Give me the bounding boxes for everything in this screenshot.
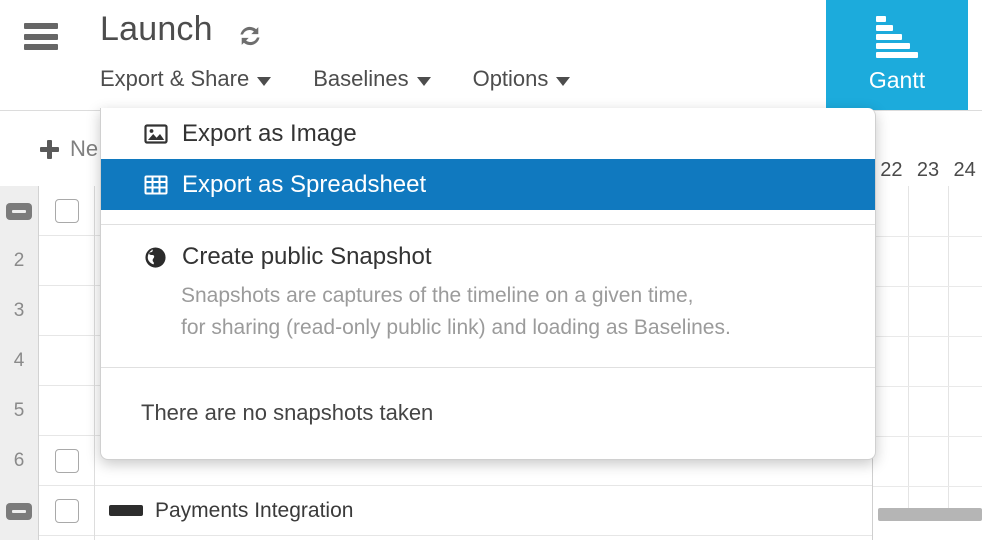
horizontal-scrollbar[interactable] <box>878 508 982 521</box>
gantt-app-window: Ne 2 3 4 5 6 Payments Integration 22 23 … <box>0 0 982 540</box>
new-task-label: Ne <box>70 136 99 161</box>
row-number-cell[interactable]: 2 <box>0 236 38 286</box>
menu-label: Baselines <box>313 66 409 91</box>
snapshot-empty-state: There are no snapshots taken <box>101 366 875 459</box>
timeline-rowline <box>873 336 982 337</box>
menu-item-export-as-spreadsheet[interactable]: Export as Spreadsheet <box>101 159 875 210</box>
app-header: Launch Export & Share Baselines Options <box>0 0 982 111</box>
timeline-day-label: 23 <box>916 159 940 181</box>
page-title: Launch <box>100 10 213 48</box>
row-checkbox[interactable] <box>54 198 79 223</box>
timeline-day-label: 24 <box>953 159 976 181</box>
timeline-rowline <box>873 486 982 487</box>
row-number-cell[interactable]: 4 <box>0 336 38 386</box>
image-icon <box>143 121 168 146</box>
row-checkbox-cell[interactable] <box>39 486 94 536</box>
create-public-snapshot-button[interactable]: Create public Snapshot <box>143 243 875 271</box>
chevron-down-icon <box>416 76 431 86</box>
row-checkbox-cell[interactable] <box>39 386 94 436</box>
export-and-share-dropdown: Export as Image Export as Spreadsheet Cr… <box>100 108 876 460</box>
hamburger-menu-icon[interactable] <box>24 23 58 50</box>
chevron-down-icon <box>556 76 571 86</box>
main-menu-bar: Export & Share Baselines Options <box>100 66 571 92</box>
row-checkbox-cell[interactable] <box>39 186 94 236</box>
menu-label: Options <box>472 66 549 91</box>
menu-item-label: Export as Image <box>182 119 357 147</box>
menu-label: Export & Share <box>100 66 250 91</box>
tab-gantt-label: Gantt <box>868 67 926 93</box>
row-number-cell[interactable]: 6 <box>0 436 38 486</box>
timeline-rowline <box>873 436 982 437</box>
snapshot-empty-label: There are no snapshots taken <box>141 400 434 426</box>
row-checkbox[interactable] <box>54 448 79 473</box>
row-checkbox-cell[interactable] <box>39 336 94 386</box>
snapshot-title: Create public Snapshot <box>182 243 432 270</box>
row-checkbox-cell[interactable] <box>39 236 94 286</box>
tab-gantt[interactable]: Gantt <box>826 0 968 110</box>
row-number-cell[interactable] <box>0 186 38 236</box>
collapse-toggle-icon[interactable] <box>6 202 32 220</box>
timeline-rowline <box>873 386 982 387</box>
snapshot-description: Snapshots are captures of the timeline o… <box>143 280 875 345</box>
row-number-cell[interactable] <box>0 486 38 536</box>
timeline-rowline <box>873 286 982 287</box>
menu-baselines[interactable]: Baselines <box>313 66 431 92</box>
row-number-cell[interactable]: 5 <box>0 386 38 436</box>
chevron-down-icon <box>257 76 272 86</box>
snapshot-section: Create public Snapshot Snapshots are cap… <box>101 225 875 367</box>
timeline-grid[interactable] <box>872 186 982 540</box>
table-grid-icon <box>143 172 168 197</box>
snapshot-description-line: Snapshots are captures of the timeline o… <box>181 284 694 307</box>
menu-item-export-as-image[interactable]: Export as Image <box>101 108 875 159</box>
row-checkbox-cell[interactable] <box>39 436 94 486</box>
gantt-bars-icon <box>876 16 918 58</box>
menu-export-and-share[interactable]: Export & Share <box>100 66 272 92</box>
collapse-toggle-icon[interactable] <box>6 502 32 520</box>
snapshot-description-line: for sharing (read-only public link) and … <box>181 316 731 340</box>
globe-icon <box>143 245 168 270</box>
refresh-icon[interactable] <box>236 22 264 50</box>
row-number-gutter: 2 3 4 5 6 <box>0 186 39 540</box>
row-checkbox[interactable] <box>54 498 79 523</box>
task-name-label: Payments Integration <box>155 498 354 522</box>
menu-item-label: Export as Spreadsheet <box>182 170 427 198</box>
menu-options[interactable]: Options <box>473 66 571 92</box>
new-task-button[interactable]: Ne <box>40 136 98 162</box>
timeline-day-label: 22 <box>880 159 903 181</box>
row-number-cell[interactable]: 3 <box>0 286 38 336</box>
task-bar-icon <box>109 505 143 516</box>
checkbox-column <box>39 186 95 540</box>
task-row[interactable]: Payments Integration <box>95 486 885 536</box>
plus-icon <box>40 139 59 159</box>
timeline-day-header: 22 23 24 <box>872 155 982 187</box>
row-checkbox-cell[interactable] <box>39 286 94 336</box>
timeline-rowline <box>873 236 982 237</box>
